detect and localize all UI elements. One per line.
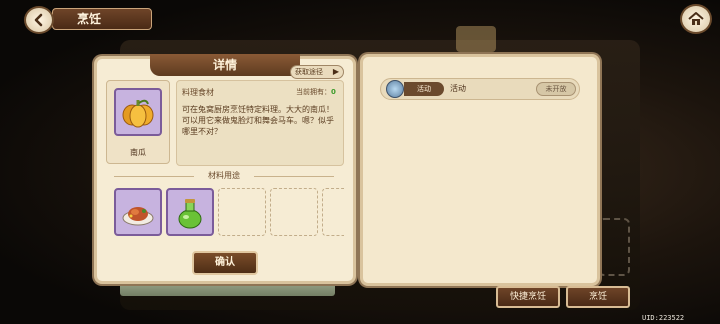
item-name: 南瓜 <box>130 148 146 157</box>
fish-icon <box>386 80 404 98</box>
owned-label: 当前拥有： <box>296 88 331 96</box>
detail-panel-title: 详情 <box>150 54 300 76</box>
usage-slot-empty <box>322 188 344 236</box>
item-description: 可在兔窝厨房烹饪特定料理。大大的南瓜！可以用它来做鬼脸灯和舞会马车。嗯？似乎哪里… <box>182 105 334 136</box>
roasted-dish-icon <box>122 207 154 226</box>
cook-button[interactable]: 烹饪 <box>566 286 630 308</box>
owned-count-row: 当前拥有：0 <box>296 87 336 97</box>
quick-cook-button[interactable]: 快捷烹饪 <box>496 286 560 308</box>
background-counter <box>120 282 335 296</box>
pumpkin-icon <box>114 88 162 136</box>
home-icon <box>688 12 704 25</box>
page-title: 烹饪 <box>52 8 152 30</box>
cooking-screen: 烹饪 详情 获取途径 ▶ 南瓜 料理食材 当前拥有：0 可在兔窝厨房烹饪特定料理… <box>0 0 720 324</box>
usage-slot-empty <box>218 188 266 236</box>
background-slot-frame <box>598 218 630 276</box>
usage-slot-empty <box>270 188 318 236</box>
status-badge: 未开放 <box>536 82 576 96</box>
back-button[interactable] <box>24 6 54 34</box>
owned-count: 0 <box>331 88 336 96</box>
acquire-source-button[interactable]: 获取途径 ▶ <box>290 65 344 79</box>
source-tag: 活动 <box>404 82 444 96</box>
home-button[interactable] <box>680 4 712 34</box>
usage-section-title: 材料用途 <box>106 170 342 182</box>
uid-label: UID:223522 <box>642 314 685 322</box>
arrow-left-icon <box>34 13 43 27</box>
usage-slot-roasted-dish[interactable] <box>114 188 162 236</box>
acquire-source-label: 获取途径 <box>295 68 323 76</box>
source-name: 活动 <box>450 84 466 93</box>
usage-slot-green-potion[interactable] <box>166 188 214 236</box>
play-arrow-icon: ▶ <box>332 67 339 76</box>
confirm-button[interactable]: 确认 <box>192 251 258 275</box>
item-type: 料理食材 <box>182 88 214 97</box>
green-potion-icon <box>178 199 202 229</box>
background-gift-box <box>456 26 496 52</box>
